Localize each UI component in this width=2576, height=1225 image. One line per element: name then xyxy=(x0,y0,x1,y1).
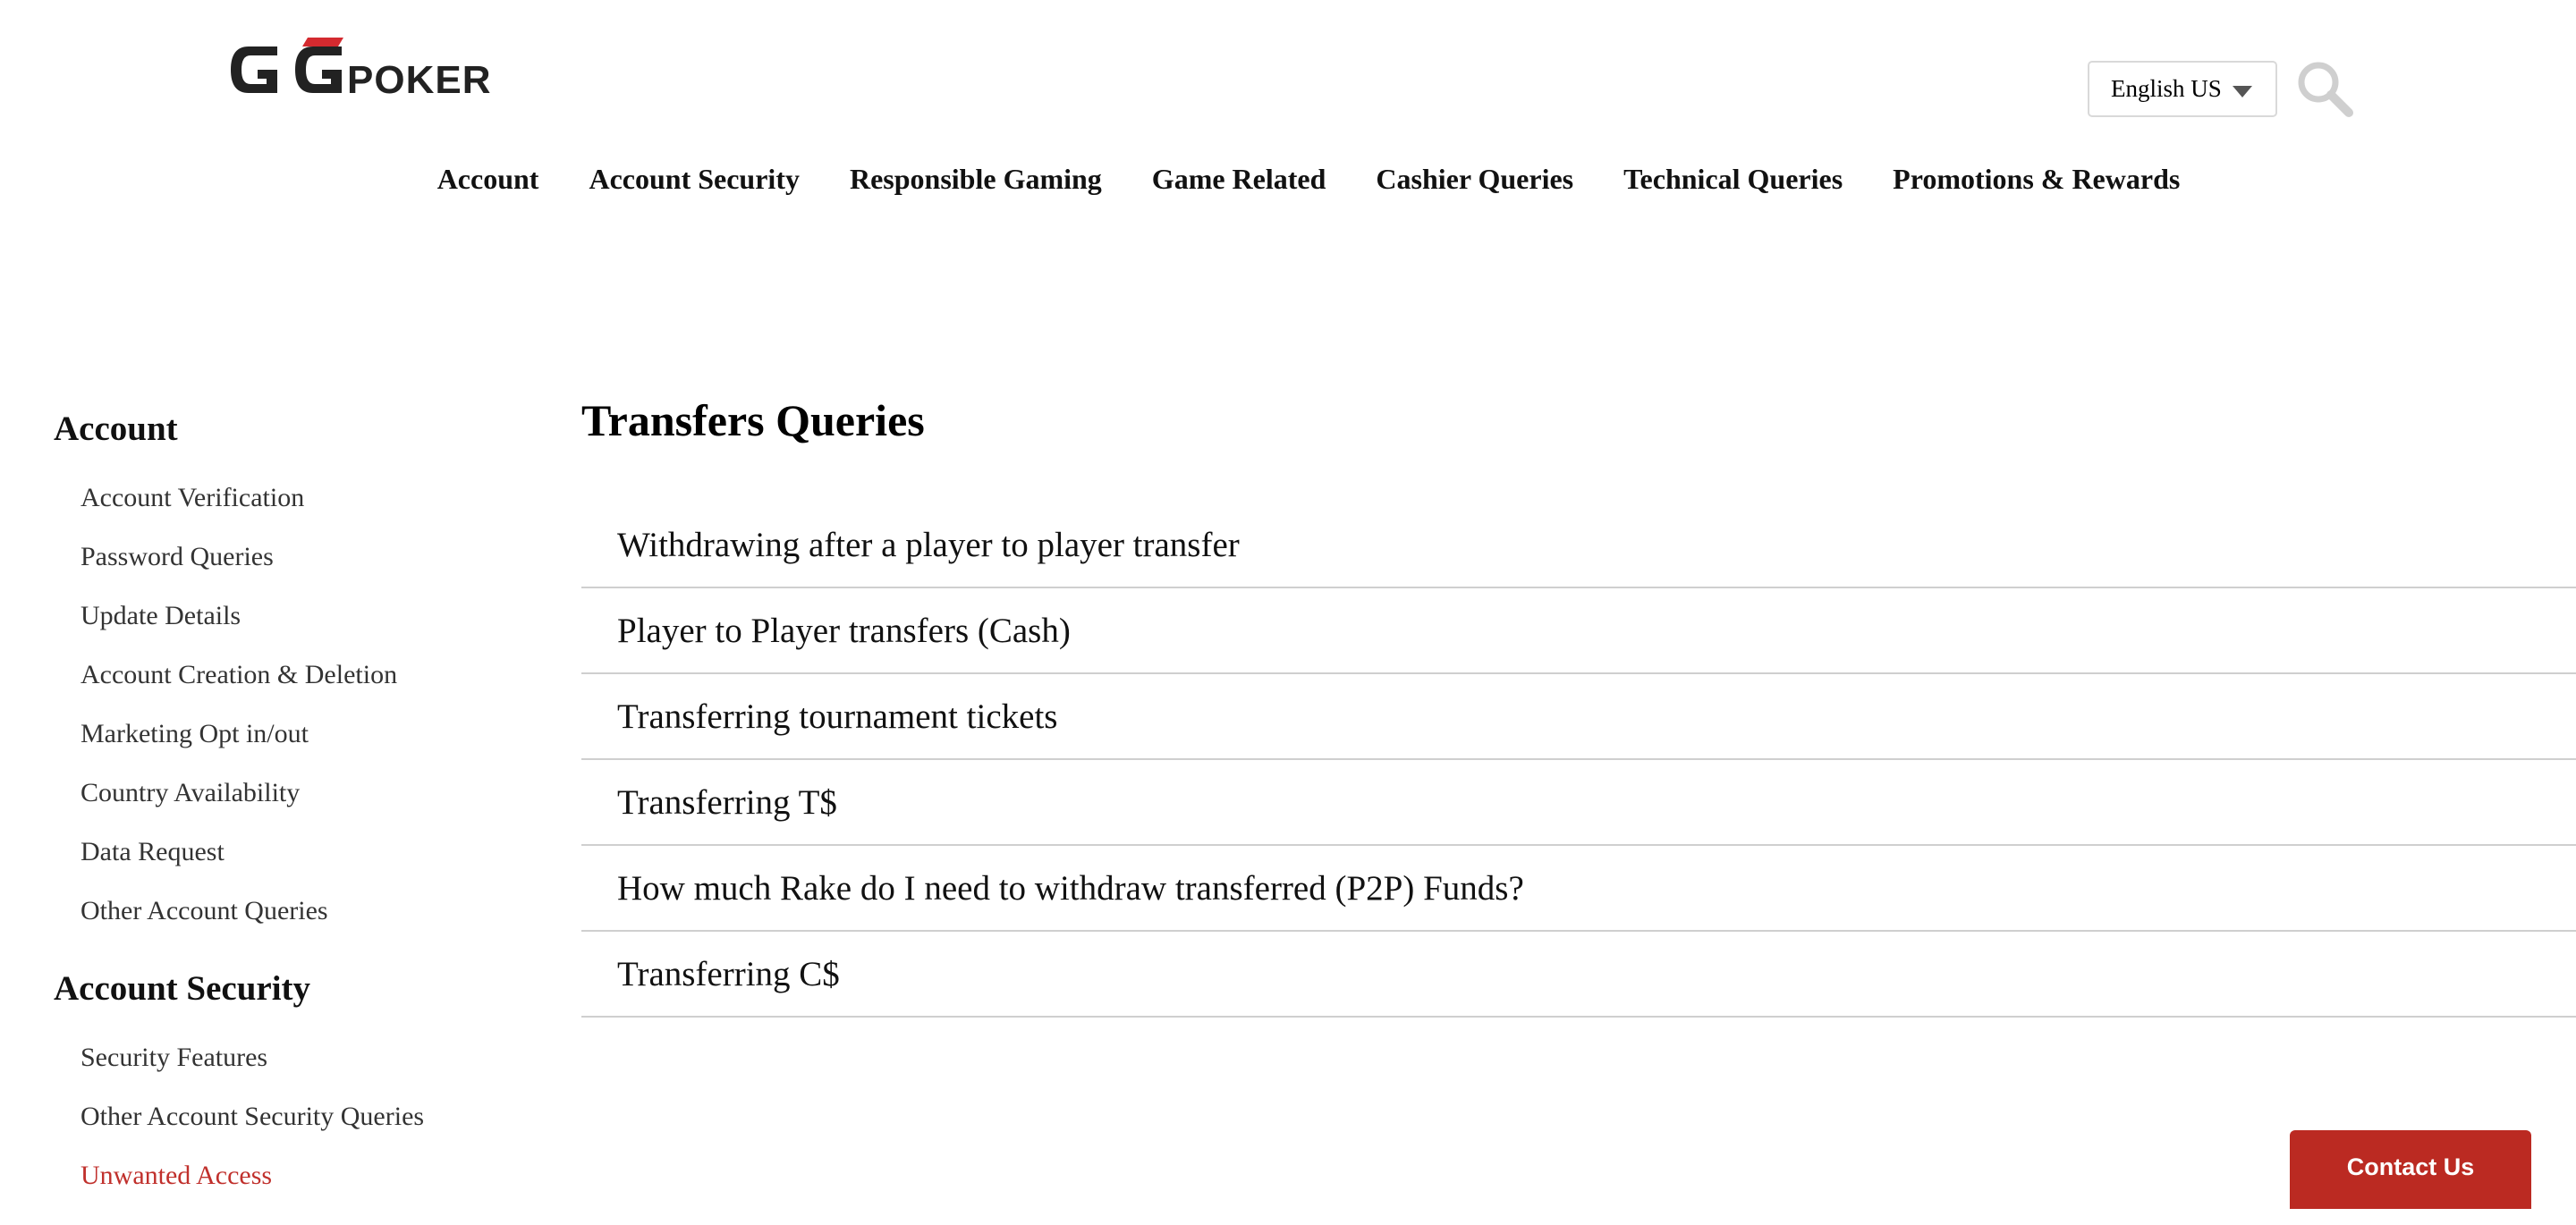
sidebar-item-account-verification[interactable]: Account Verification xyxy=(80,469,555,528)
sidebar-item-password-queries[interactable]: Password Queries xyxy=(80,528,555,587)
sidebar-item-other-account-queries[interactable]: Other Account Queries xyxy=(80,882,555,941)
search-icon[interactable] xyxy=(2295,59,2354,118)
nav-cashier-queries[interactable]: Cashier Queries xyxy=(1376,156,1573,202)
article-link[interactable]: Transferring T$ xyxy=(581,760,2576,846)
article-link[interactable]: How much Rake do I need to withdraw tran… xyxy=(581,846,2576,932)
nav-responsible-gaming[interactable]: Responsible Gaming xyxy=(850,156,1102,202)
sidebar: Account Account Verification Password Qu… xyxy=(54,401,555,1225)
chevron-down-icon xyxy=(2233,86,2252,97)
nav-technical-queries[interactable]: Technical Queries xyxy=(1623,156,1843,202)
sidebar-group-title-account[interactable]: Account xyxy=(54,401,555,458)
sidebar-item-unwanted-access[interactable]: Unwanted Access xyxy=(80,1146,555,1205)
contact-us-button[interactable]: Contact Us xyxy=(2290,1130,2531,1209)
sidebar-item-update-details[interactable]: Update Details xyxy=(80,587,555,646)
article-link[interactable]: Transferring tournament tickets xyxy=(581,674,2576,760)
nav-account[interactable]: Account xyxy=(437,156,539,202)
sidebar-item-account-creation-deletion[interactable]: Account Creation & Deletion xyxy=(80,646,555,705)
sidebar-item-security-features[interactable]: Security Features xyxy=(80,1028,555,1087)
ggpoker-logo[interactable]: POKER xyxy=(225,34,530,106)
sidebar-item-data-request[interactable]: Data Request xyxy=(80,823,555,882)
nav-promotions-rewards[interactable]: Promotions & Rewards xyxy=(1893,156,2180,202)
language-select[interactable]: English US xyxy=(2088,61,2277,117)
sidebar-item-country-availability[interactable]: Country Availability xyxy=(80,764,555,823)
sidebar-item-marketing-opt[interactable]: Marketing Opt in/out xyxy=(80,705,555,764)
sidebar-group-title-account-security[interactable]: Account Security xyxy=(54,960,555,1018)
svg-text:POKER: POKER xyxy=(347,58,491,102)
main-navigation: Account Account Security Responsible Gam… xyxy=(0,156,2576,202)
sidebar-list-account-security: Security Features Other Account Security… xyxy=(54,1028,555,1205)
sidebar-list-account: Account Verification Password Queries Up… xyxy=(54,469,555,941)
article-link[interactable]: Player to Player transfers (Cash) xyxy=(581,588,2576,674)
article-link[interactable]: Withdrawing after a player to player tra… xyxy=(581,503,2576,588)
article-list: Withdrawing after a player to player tra… xyxy=(581,503,2576,1018)
logo-graphic: POKER xyxy=(231,38,491,102)
article-link[interactable]: Transferring C$ xyxy=(581,932,2576,1018)
page-title: Transfers Queries xyxy=(581,395,925,445)
nav-game-related[interactable]: Game Related xyxy=(1152,156,1326,202)
language-select-value: English US xyxy=(2111,75,2222,102)
nav-account-security[interactable]: Account Security xyxy=(589,156,800,202)
sidebar-item-other-account-security-queries[interactable]: Other Account Security Queries xyxy=(80,1087,555,1146)
